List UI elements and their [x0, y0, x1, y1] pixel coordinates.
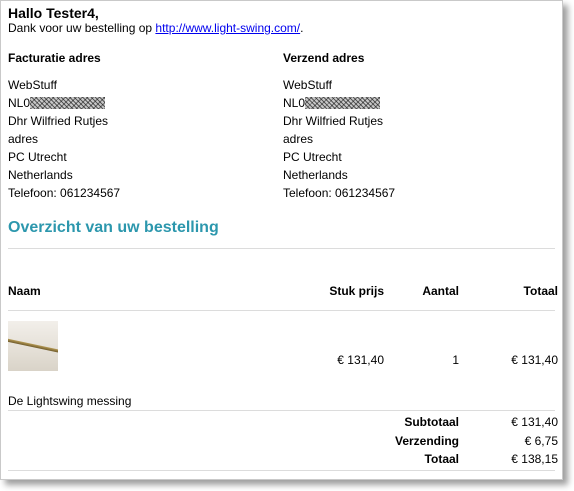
order-confirmation-email: Hallo Tester4, Dank voor uw bestelling o… — [0, 0, 563, 480]
total-value: € 138,15 — [511, 452, 558, 466]
column-header-name: Naam — [8, 284, 41, 298]
shipping-city: PC Utrecht — [283, 150, 342, 164]
divider — [8, 410, 555, 411]
divider — [8, 470, 555, 471]
thanks-text: Dank voor uw bestelling op — [8, 21, 156, 35]
divider — [8, 310, 555, 311]
column-header-unit-price: Stuk prijs — [329, 284, 384, 298]
greeting: Hallo Tester4, — [8, 5, 99, 21]
row-quantity: 1 — [452, 353, 459, 367]
billing-name: Dhr Wilfried Rutjes — [8, 114, 109, 128]
column-header-total: Totaal — [523, 284, 558, 298]
product-name: De Lightswing messing — [8, 394, 132, 408]
shipping-address: WebStuff NL0 Dhr Wilfried Rutjes adres P… — [283, 76, 395, 202]
total-label: Totaal — [424, 452, 459, 466]
billing-address: WebStuff NL0 Dhr Wilfried Rutjes adres P… — [8, 76, 120, 202]
shipping-phone: Telefoon: 061234567 — [283, 186, 396, 200]
billing-country: Netherlands — [8, 168, 73, 182]
shipping-company: WebStuff — [283, 78, 332, 92]
thanks-suffix: . — [300, 21, 304, 35]
divider — [8, 248, 555, 249]
shipping-country: Netherlands — [283, 168, 348, 182]
lamp-rod-shape — [8, 338, 58, 355]
billing-vat: NL0 — [8, 94, 120, 112]
billing-city: PC Utrecht — [8, 150, 67, 164]
redacted-block — [30, 97, 106, 109]
billing-vat-prefix: NL0 — [8, 96, 31, 110]
billing-company: WebStuff — [8, 78, 57, 92]
subtotal-value: € 131,40 — [511, 415, 558, 429]
product-image[interactable] — [8, 321, 58, 371]
order-overview-title: Overzicht van uw bestelling — [8, 219, 219, 236]
shop-link[interactable]: http://www.light-swing.com/ — [155, 21, 300, 35]
redacted-block — [305, 97, 381, 109]
shipping-title: Verzend adres — [283, 51, 365, 65]
billing-phone: Telefoon: 061234567 — [8, 186, 121, 200]
shipping-cost-label: Verzending — [394, 434, 459, 448]
row-total: € 131,40 — [511, 353, 558, 367]
shipping-vat: NL0 — [283, 94, 395, 112]
shipping-name: Dhr Wilfried Rutjes — [283, 114, 384, 128]
billing-title: Facturatie adres — [8, 51, 101, 65]
thanks-line: Dank voor uw bestelling op http://www.li… — [8, 21, 303, 35]
subtotal-label: Subtotaal — [404, 415, 459, 429]
shipping-street: adres — [283, 132, 314, 146]
row-unit-price: € 131,40 — [337, 353, 384, 367]
shipping-vat-prefix: NL0 — [283, 96, 306, 110]
billing-street: adres — [8, 132, 39, 146]
column-header-quantity: Aantal — [422, 284, 459, 298]
shipping-cost-value: € 6,75 — [524, 434, 558, 448]
